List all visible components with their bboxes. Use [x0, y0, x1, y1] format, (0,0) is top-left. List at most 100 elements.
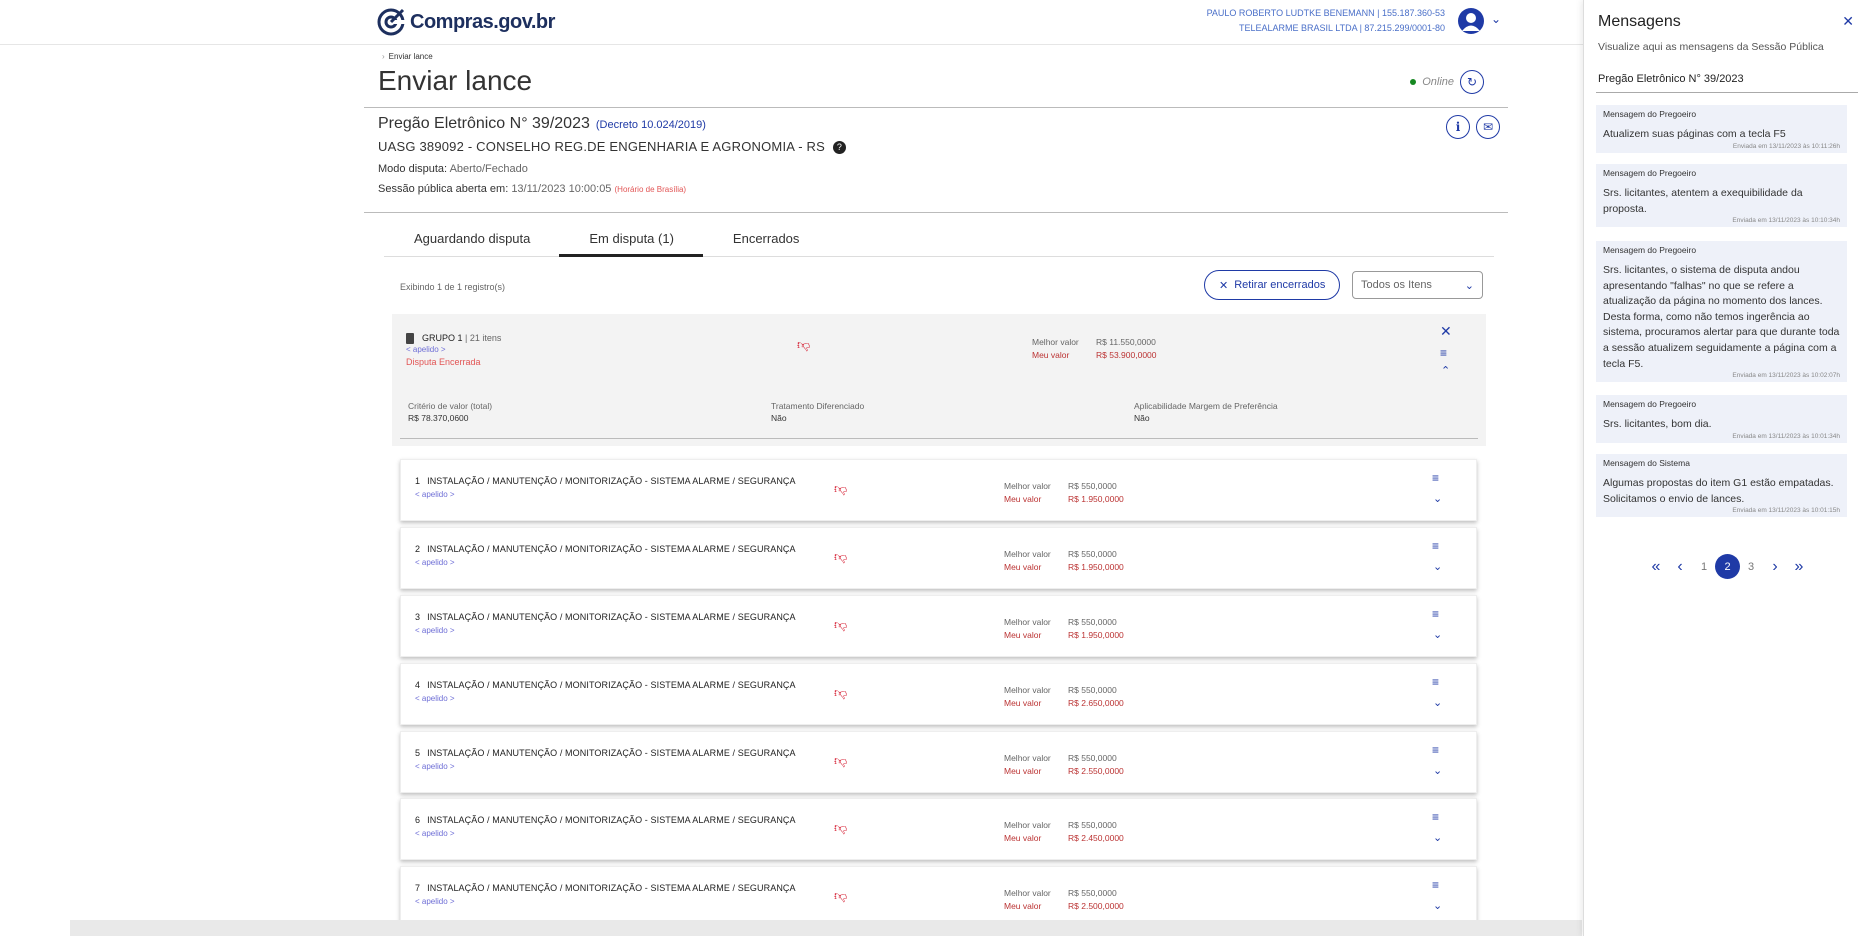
item-description: INSTALAÇÃO / MANUTENÇÃO / MONITORIZAÇÃO …	[427, 544, 796, 554]
list-icon[interactable]: ≡	[1440, 347, 1447, 359]
page-title: Enviar lance	[378, 65, 533, 96]
melhor-value: R$ 11.550,0000	[1096, 337, 1156, 347]
list-icon[interactable]: ≡	[1432, 744, 1439, 756]
chevron-down-icon[interactable]: ⌄	[1433, 628, 1442, 641]
item-card: 7 INSTALAÇÃO / MANUTENÇÃO / MONITORIZAÇÃO…	[400, 866, 1477, 928]
group-name: GRUPO 1 | 21 itens	[422, 333, 502, 343]
tratamento-diferenciado: Tratamento Diferenciado Não	[771, 401, 864, 423]
item-number: 5	[415, 748, 421, 758]
list-icon[interactable]: ≡	[1432, 608, 1439, 620]
items-filter-select[interactable]: Todos os Itens ⌄	[1352, 271, 1483, 299]
chevron-down-icon[interactable]: ⌄	[1433, 696, 1442, 709]
group-title: GRUPO 1	[422, 333, 463, 343]
page-3[interactable]: 3	[1739, 561, 1763, 573]
sessao-publica: Sessão pública aberta em: 13/11/2023 10:…	[378, 183, 846, 195]
thumbs-down-icon: 👎︎	[834, 685, 848, 700]
close-panel-icon[interactable]: ✕	[1842, 13, 1854, 30]
next-page-icon[interactable]: ›	[1763, 558, 1787, 576]
retirar-label: Retirar encerrados	[1234, 279, 1326, 291]
user-menu-chevron-icon[interactable]: ⌄	[1491, 12, 1501, 26]
melhor-value: R$ 550,0000	[1068, 888, 1117, 898]
chevron-down-icon[interactable]: ⌄	[1433, 764, 1442, 777]
item-title: 5 INSTALAÇÃO / MANUTENÇÃO / MONITORIZAÇÃO…	[415, 748, 796, 758]
divider	[400, 438, 1478, 439]
melhor-value: R$ 550,0000	[1068, 753, 1117, 763]
list-icon[interactable]: ≡	[1432, 811, 1439, 823]
refresh-button[interactable]: ↻	[1460, 70, 1484, 94]
item-apelido[interactable]: < apelido >	[415, 829, 455, 838]
last-page-icon[interactable]: »	[1787, 558, 1811, 576]
message-sender: Mensagem do Pregoeiro	[1603, 109, 1697, 119]
message-body: Atualizem suas páginas com a tecla F5	[1603, 128, 1786, 140]
chevron-down-icon[interactable]: ⌄	[1433, 831, 1442, 844]
item-values: Melhor valor R$ 550,0000 Meu valor R$ 2.45…	[1004, 819, 1124, 845]
prev-page-icon[interactable]: ‹	[1668, 558, 1692, 576]
chevron-down-icon[interactable]: ⌄	[1433, 492, 1442, 505]
status-text: Online	[1422, 76, 1454, 88]
pagination: « ‹ 1 2 3 › »	[1644, 554, 1811, 579]
item-apelido[interactable]: < apelido >	[415, 558, 455, 567]
item-description: INSTALAÇÃO / MANUTENÇÃO / MONITORIZAÇÃO …	[427, 476, 796, 486]
retirar-encerrados-button[interactable]: ✕ Retirar encerrados	[1204, 270, 1341, 300]
melhor-label: Melhor valor	[1004, 888, 1051, 898]
item-apelido[interactable]: < apelido >	[415, 694, 455, 703]
list-icon[interactable]: ≡	[1432, 879, 1439, 891]
horizontal-scrollbar[interactable]	[70, 920, 1582, 936]
logo[interactable]: Compras.gov.br	[376, 5, 555, 39]
chevron-down-icon[interactable]: ⌄	[1433, 560, 1442, 573]
breadcrumb-item[interactable]: Enviar lance	[389, 52, 433, 61]
item-number: 6	[415, 815, 421, 825]
item-apelido[interactable]: < apelido >	[415, 897, 455, 906]
item-title: 7 INSTALAÇÃO / MANUTENÇÃO / MONITORIZAÇÃO…	[415, 883, 796, 893]
decreto-link[interactable]: (Decreto 10.024/2019)	[596, 119, 706, 131]
thumbs-down-icon: 👎︎	[797, 337, 811, 352]
thumbs-down-icon: 👎︎	[834, 820, 848, 835]
breadcrumb-chevron-icon: ›	[382, 52, 385, 61]
message-time: Enviada em 13/11/2023 às 10:11:26h	[1732, 142, 1840, 150]
chevron-down-icon[interactable]: ⌄	[1433, 899, 1442, 912]
item-apelido[interactable]: < apelido >	[415, 762, 455, 771]
user-name: PAULO ROBERTO LUDTKE BENEMANN | 155.187.…	[1206, 8, 1445, 18]
message-sender: Mensagem do Sistema	[1603, 458, 1690, 468]
list-icon[interactable]: ≡	[1432, 676, 1439, 688]
tab-encerrados[interactable]: Encerrados	[703, 231, 828, 257]
melhor-value: R$ 550,0000	[1068, 820, 1117, 830]
user-avatar-icon[interactable]	[1458, 8, 1484, 34]
mail-button[interactable]: ✉	[1476, 115, 1500, 139]
first-page-icon[interactable]: «	[1644, 558, 1668, 576]
list-icon[interactable]: ≡	[1432, 540, 1439, 552]
meu-value: R$ 2.650,0000	[1068, 698, 1124, 708]
message-sender: Mensagem do Pregoeiro	[1603, 168, 1697, 178]
divider	[364, 107, 1508, 108]
info-button[interactable]: i	[1446, 115, 1470, 139]
modo-value: Aberto/Fechado	[449, 163, 528, 176]
message-body: Srs. licitantes, bom dia.	[1603, 418, 1712, 430]
meu-label: Meu valor	[1004, 630, 1042, 640]
page-2-current[interactable]: 2	[1715, 554, 1740, 579]
tab-aguardando-disputa[interactable]: Aguardando disputa	[384, 231, 559, 257]
tab-em-disputa[interactable]: Em disputa (1)	[559, 231, 703, 257]
top-bar: Compras.gov.br PAULO ROBERTO LUDTKE BENE…	[0, 0, 1583, 45]
item-number: 7	[415, 883, 421, 893]
chevron-up-icon[interactable]: ⌃	[1441, 364, 1450, 377]
group-apelido[interactable]: < apelido >	[406, 345, 446, 354]
item-card: 6 INSTALAÇÃO / MANUTENÇÃO / MONITORIZAÇÃO…	[400, 798, 1477, 860]
thumbs-down-icon: 👎︎	[834, 549, 848, 564]
meu-label: Meu valor	[1004, 494, 1042, 504]
message-item: Mensagem do Pregoeiro Srs. licitantes, o…	[1596, 241, 1847, 383]
item-number: 2	[415, 544, 421, 554]
item-card: 1 INSTALAÇÃO / MANUTENÇÃO / MONITORIZAÇÃO…	[400, 459, 1477, 521]
item-values: Melhor valor R$ 550,0000 Meu valor R$ 2.65…	[1004, 684, 1124, 710]
message-sender: Mensagem do Pregoeiro	[1603, 245, 1697, 255]
connection-status: Online ↻	[1410, 70, 1484, 94]
item-apelido[interactable]: < apelido >	[415, 490, 455, 499]
item-apelido[interactable]: < apelido >	[415, 626, 455, 635]
help-icon[interactable]: ?	[833, 141, 847, 155]
item-title: 2 INSTALAÇÃO / MANUTENÇÃO / MONITORIZAÇÃO…	[415, 544, 796, 554]
list-icon[interactable]: ≡	[1432, 472, 1439, 484]
close-icon[interactable]: ✕	[1440, 323, 1452, 340]
meu-label: Meu valor	[1004, 698, 1042, 708]
group-values: Melhor valor R$ 11.550,0000 Meu valor R$ 5…	[1032, 336, 1157, 362]
page-1[interactable]: 1	[1692, 561, 1716, 573]
message-body: Srs. licitantes, o sistema de disputa an…	[1603, 264, 1840, 370]
